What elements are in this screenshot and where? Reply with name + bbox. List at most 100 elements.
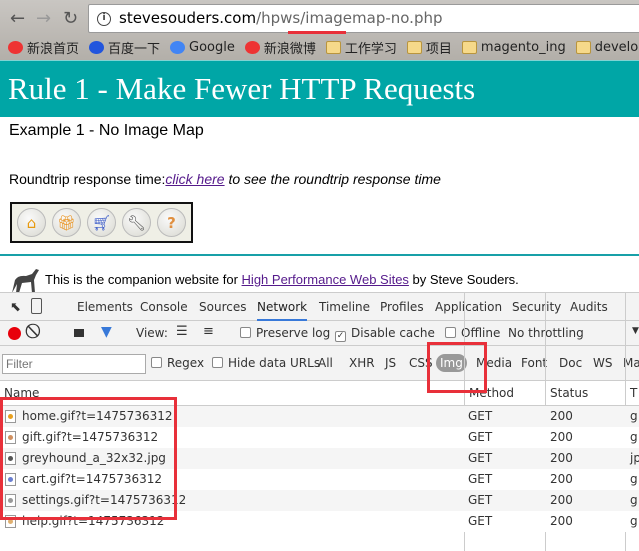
tab-timeline[interactable]: Timeline bbox=[319, 300, 370, 314]
row-type: jp bbox=[630, 451, 639, 465]
folder-icon bbox=[325, 40, 341, 54]
row-type: g bbox=[630, 430, 638, 444]
companion-text: This is the companion website for High P… bbox=[45, 272, 519, 287]
tab-elements[interactable]: Elements bbox=[77, 300, 133, 314]
tab-profiles[interactable]: Profiles bbox=[380, 300, 424, 314]
camera-icon[interactable] bbox=[74, 329, 84, 337]
roundtrip-label: Roundtrip response time: bbox=[9, 171, 166, 187]
tab-security[interactable]: Security bbox=[512, 300, 561, 314]
row-method: GET bbox=[468, 514, 493, 528]
site-icon bbox=[170, 40, 186, 54]
cart-icon[interactable]: 🛒︎ bbox=[87, 208, 116, 237]
dropdown-icon[interactable]: ▼ bbox=[632, 326, 639, 336]
roundtrip-text: Roundtrip response time:click here to se… bbox=[9, 171, 441, 187]
bookmark-label: develop bbox=[594, 39, 639, 55]
row-method: GET bbox=[468, 430, 493, 444]
regex-checkbox[interactable]: Regex bbox=[151, 356, 204, 370]
bookmark-label: 百度一下 bbox=[108, 41, 161, 57]
row-status: 200 bbox=[550, 472, 573, 486]
bookmark-item[interactable]: Google bbox=[170, 36, 235, 58]
bookmark-label: magento_ing bbox=[480, 39, 566, 55]
list-view-icon[interactable]: ☰ bbox=[176, 324, 188, 339]
type-filter-all[interactable]: All bbox=[318, 356, 333, 370]
gift-icon[interactable]: 🎁︎ bbox=[52, 208, 81, 237]
roundtrip-link[interactable]: click here bbox=[165, 171, 224, 187]
row-status: 200 bbox=[550, 514, 573, 528]
preserve-log-checkbox[interactable]: Preserve log bbox=[240, 326, 330, 340]
forward-button[interactable]: → bbox=[36, 8, 51, 29]
preserve-log-label: Preserve log bbox=[256, 326, 331, 340]
hide-data-urls-label: Hide data URLs bbox=[228, 356, 321, 370]
home-icon[interactable]: ⌂ bbox=[17, 208, 46, 237]
annotation-box-img bbox=[427, 342, 487, 393]
bookmark-item[interactable]: develop bbox=[575, 36, 639, 58]
settings-icon[interactable]: 🔧︎ bbox=[122, 208, 151, 237]
devtools-tabs: ⬉ Elements Console Sources Network Timeline P… bbox=[0, 293, 639, 321]
folder-icon bbox=[461, 40, 477, 54]
annotation-underline bbox=[288, 31, 346, 34]
offline-checkbox[interactable]: Offline bbox=[445, 326, 500, 340]
offline-label: Offline bbox=[461, 326, 501, 340]
annotation-box-rows bbox=[0, 397, 177, 520]
bookmark-label: 新浪微博 bbox=[263, 41, 316, 57]
bookmark-label: 项目 bbox=[425, 41, 452, 57]
column-status[interactable]: Status bbox=[550, 386, 588, 400]
example-heading: Example 1 - No Image Map bbox=[9, 122, 204, 139]
info-icon[interactable]: i bbox=[97, 12, 111, 26]
folder-icon bbox=[575, 40, 591, 54]
bookmark-label: Google bbox=[189, 39, 235, 55]
bookmark-label: 工作学习 bbox=[344, 41, 397, 57]
url-path: /hpws/imagemap-no.php bbox=[256, 9, 443, 27]
tab-audits[interactable]: Audits bbox=[570, 300, 608, 314]
filter-icon[interactable]: ▼ bbox=[101, 324, 112, 340]
greyhound-icon bbox=[12, 269, 39, 293]
reload-button[interactable]: ↻ bbox=[63, 8, 78, 29]
row-method: GET bbox=[468, 451, 493, 465]
filter-input[interactable] bbox=[2, 354, 146, 374]
column-type[interactable]: T bbox=[630, 386, 637, 400]
address-bar[interactable]: stevesouders.com/hpws/imagemap-no.php bbox=[88, 4, 639, 33]
disable-cache-checkbox[interactable]: ✓ Disable cache bbox=[335, 326, 435, 342]
folder-icon bbox=[406, 40, 422, 54]
inspect-icon[interactable]: ⬉ bbox=[10, 300, 21, 315]
bookmark-item[interactable]: 新浪首页 bbox=[8, 36, 79, 58]
companion-link[interactable]: High Performance Web Sites bbox=[242, 272, 409, 287]
companion-post: by Steve Souders. bbox=[408, 272, 519, 287]
bookmark-item[interactable]: 新浪微博 bbox=[244, 36, 316, 58]
bookmark-item[interactable]: magento_ing bbox=[461, 36, 566, 58]
row-type: g bbox=[630, 493, 638, 507]
help-icon[interactable]: ? bbox=[157, 208, 186, 237]
record-icon[interactable] bbox=[8, 327, 21, 340]
row-status: 200 bbox=[550, 409, 573, 423]
url-host: stevesouders.com bbox=[119, 9, 257, 27]
type-filter-xhr[interactable]: XHR bbox=[349, 356, 375, 370]
row-type: g bbox=[630, 409, 638, 423]
type-filter-ws[interactable]: WS bbox=[593, 356, 612, 370]
site-icon bbox=[244, 40, 260, 54]
type-filter-doc[interactable]: Doc bbox=[559, 356, 582, 370]
regex-label: Regex bbox=[167, 356, 205, 370]
bookmark-label: 新浪首页 bbox=[27, 41, 80, 57]
icon-bar: ⌂ 🎁︎ 🛒︎ 🔧︎ ? bbox=[10, 202, 193, 243]
type-filter-js[interactable]: JS bbox=[385, 356, 396, 370]
bookmark-item[interactable]: 工作学习 bbox=[325, 36, 397, 58]
row-status: 200 bbox=[550, 430, 573, 444]
bookmark-item[interactable]: 百度一下 bbox=[89, 36, 160, 58]
tab-network[interactable]: Network bbox=[257, 300, 308, 321]
row-type: g bbox=[630, 472, 638, 486]
filter-bar: Regex Hide data URLs AllXHRJSCSSImgMedia… bbox=[0, 346, 639, 381]
tab-sources[interactable]: Sources bbox=[199, 300, 246, 314]
view-label: View: bbox=[136, 326, 168, 340]
bookmark-item[interactable]: 项目 bbox=[406, 36, 452, 58]
waterfall-view-icon[interactable]: ≡ bbox=[203, 324, 214, 339]
back-button[interactable]: ← bbox=[10, 8, 25, 29]
hide-data-urls-checkbox[interactable]: Hide data URLs bbox=[212, 356, 320, 370]
site-icon bbox=[89, 40, 105, 54]
companion-pre: This is the companion website for bbox=[45, 272, 242, 287]
tab-application[interactable]: Application bbox=[435, 300, 502, 314]
type-filter-font[interactable]: Font bbox=[521, 356, 547, 370]
tab-console[interactable]: Console bbox=[140, 300, 188, 314]
site-icon bbox=[8, 40, 23, 54]
row-status: 200 bbox=[550, 493, 573, 507]
device-icon[interactable] bbox=[31, 298, 42, 314]
